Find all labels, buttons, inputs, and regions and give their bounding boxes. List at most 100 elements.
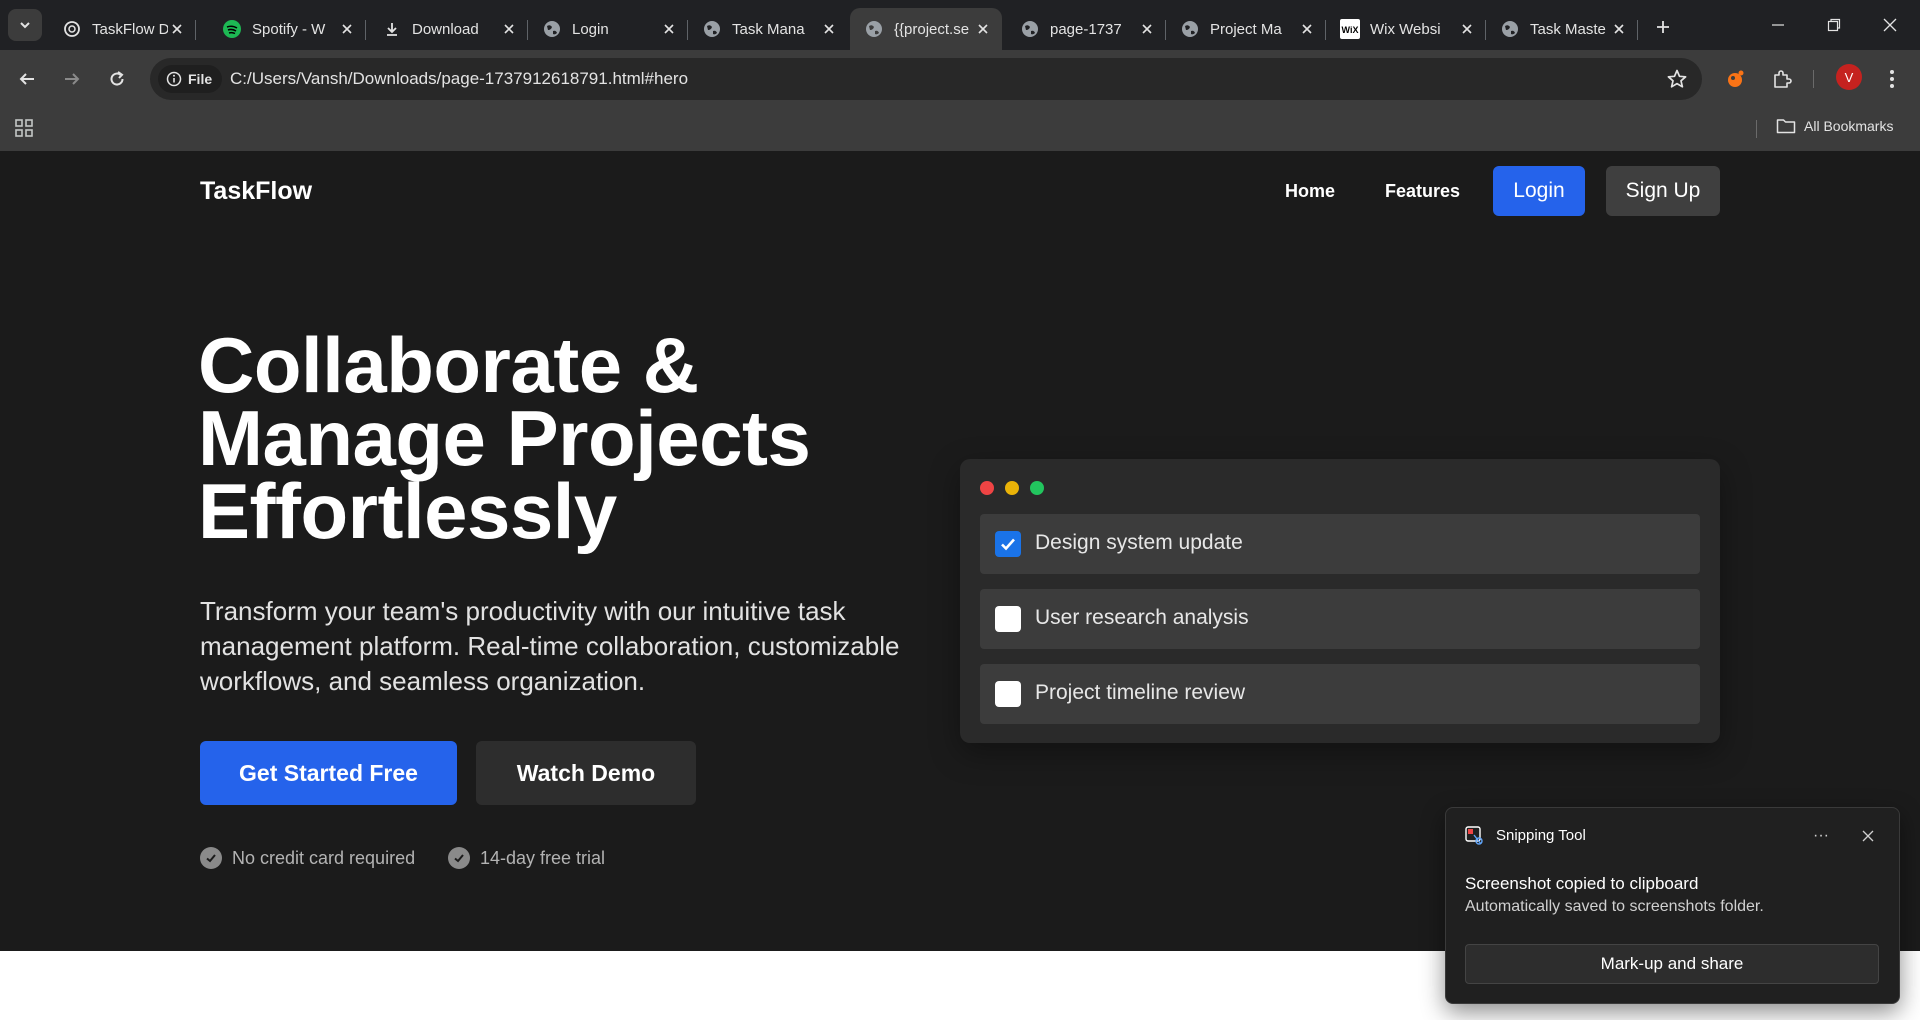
tab-login[interactable]: Login	[528, 8, 688, 50]
snipping-tool-notification[interactable]: Snipping Tool ··· Screenshot copied to c…	[1445, 807, 1900, 1004]
notification-title: Screenshot copied to clipboard	[1465, 874, 1699, 893]
close-icon	[1862, 830, 1874, 842]
restore-button[interactable]	[1806, 8, 1862, 42]
tab-title: {{project.se	[894, 20, 970, 38]
close-tab-icon[interactable]	[338, 20, 356, 38]
tab-separator	[195, 20, 196, 40]
apps-grid-icon	[15, 119, 33, 137]
tab-title: Download	[412, 20, 479, 38]
signup-button[interactable]: Sign Up	[1606, 166, 1720, 216]
profile-avatar[interactable]: V	[1836, 64, 1862, 90]
globe-icon	[542, 19, 562, 39]
globe-icon	[864, 19, 884, 39]
tab-separator	[1637, 20, 1638, 40]
task-preview-card: Design system update User research analy…	[960, 459, 1720, 743]
close-tab-icon[interactable]	[168, 20, 186, 38]
tab-task-master[interactable]: Task Maste	[1486, 8, 1638, 50]
close-tab-icon[interactable]	[1138, 20, 1156, 38]
nav-features-link[interactable]: Features	[1385, 181, 1460, 202]
download-icon	[382, 19, 402, 39]
watch-demo-button[interactable]: Watch Demo	[476, 741, 696, 805]
browser-menu-button[interactable]	[1878, 65, 1906, 93]
arrow-left-icon	[19, 73, 34, 85]
tab-separator	[365, 20, 366, 40]
apps-button[interactable]	[14, 118, 36, 140]
kebab-menu-icon	[1890, 70, 1894, 88]
chevron-down-icon	[20, 22, 30, 29]
notification-close-button[interactable]	[1853, 822, 1883, 850]
snipping-tool-icon	[1465, 826, 1485, 846]
globe-icon	[1180, 19, 1200, 39]
close-tab-icon[interactable]	[500, 20, 518, 38]
markup-and-share-button[interactable]: Mark-up and share	[1465, 944, 1879, 984]
task-checkbox[interactable]	[995, 531, 1021, 557]
extension-button[interactable]	[1722, 65, 1750, 93]
tab-page[interactable]: page-1737	[1006, 8, 1166, 50]
bookmark-star-button[interactable]	[1666, 68, 1688, 90]
spotify-icon	[222, 19, 242, 39]
get-started-button[interactable]: Get Started Free	[200, 741, 457, 805]
task-item[interactable]: Design system update	[980, 514, 1700, 574]
site-info-chip[interactable]: File	[158, 65, 223, 93]
globe-icon	[702, 19, 722, 39]
close-tab-icon[interactable]	[1610, 20, 1628, 38]
task-item[interactable]: Project timeline review	[980, 664, 1700, 724]
tab-project-manager[interactable]: Project Ma	[1166, 8, 1326, 50]
forward-button[interactable]	[56, 63, 88, 95]
more-icon: ···	[1813, 827, 1829, 844]
hero-title-line: Collaborate &	[198, 321, 699, 409]
tab-search-button[interactable]	[8, 9, 42, 41]
task-item[interactable]: User research analysis	[980, 589, 1700, 649]
check-circle-icon	[200, 847, 222, 869]
task-checkbox[interactable]	[995, 606, 1021, 632]
arrow-right-icon	[65, 73, 80, 85]
all-bookmarks-button[interactable]: All Bookmarks	[1776, 118, 1893, 134]
tab-title: Task Maste	[1530, 20, 1606, 38]
brand-logo[interactable]: TaskFlow	[200, 177, 312, 206]
tab-task-manager[interactable]: Task Mana	[688, 8, 848, 50]
profile-initial: V	[1844, 69, 1854, 85]
star-icon	[1667, 69, 1687, 88]
checkmark-icon	[1001, 538, 1015, 551]
plus-icon	[1657, 21, 1669, 33]
hero-subtitle: Transform your team's productivity with …	[200, 596, 900, 696]
notification-body: Automatically saved to screenshots folde…	[1465, 898, 1764, 915]
tab-wix[interactable]: WiX Wix Websi	[1326, 8, 1486, 50]
tab-project-active[interactable]: {{project.se	[850, 8, 1002, 50]
globe-icon	[1020, 19, 1040, 39]
close-tab-icon[interactable]	[1458, 20, 1476, 38]
restore-icon	[1827, 18, 1841, 32]
hero-title-line: Manage Projects	[198, 394, 811, 482]
reload-icon	[110, 71, 124, 86]
minimize-icon	[1772, 24, 1784, 26]
notification-more-button[interactable]: ···	[1806, 822, 1836, 850]
minimize-button[interactable]	[1750, 8, 1806, 42]
task-checkbox[interactable]	[995, 681, 1021, 707]
tab-title: Spotify - W	[252, 20, 326, 38]
tab-download[interactable]: Download	[368, 8, 528, 50]
close-tab-icon[interactable]	[660, 20, 678, 38]
tab-strip: TaskFlow D Spotify - W Download Login Ta…	[0, 0, 1920, 50]
close-window-button[interactable]	[1862, 8, 1918, 42]
task-label: User research analysis	[1035, 606, 1249, 629]
perk-label: No credit card required	[232, 847, 416, 868]
extensions-menu-button[interactable]	[1768, 65, 1796, 93]
address-bar[interactable]: File C:/Users/Vansh/Downloads/page-17379…	[150, 58, 1702, 100]
reload-button[interactable]	[101, 63, 133, 95]
close-tab-icon[interactable]	[820, 20, 838, 38]
tab-spotify[interactable]: Spotify - W	[208, 8, 366, 50]
hero-title-line: Effortlessly	[198, 467, 617, 555]
back-button[interactable]	[11, 63, 43, 95]
wix-icon: WiX	[1340, 19, 1360, 39]
login-button[interactable]: Login	[1493, 166, 1585, 216]
nav-home-link[interactable]: Home	[1285, 181, 1335, 202]
perk-free-trial: 14-day free trial	[448, 847, 605, 869]
close-tab-icon[interactable]	[974, 20, 992, 38]
tab-title: page-1737	[1050, 20, 1122, 38]
svg-text:WiX: WiX	[1342, 25, 1359, 35]
close-tab-icon[interactable]	[1298, 20, 1316, 38]
close-icon	[1883, 18, 1897, 32]
new-tab-button[interactable]	[1650, 14, 1676, 40]
url-text[interactable]: C:/Users/Vansh/Downloads/page-1737912618…	[230, 69, 688, 89]
tab-taskflow[interactable]: TaskFlow D	[48, 8, 196, 50]
